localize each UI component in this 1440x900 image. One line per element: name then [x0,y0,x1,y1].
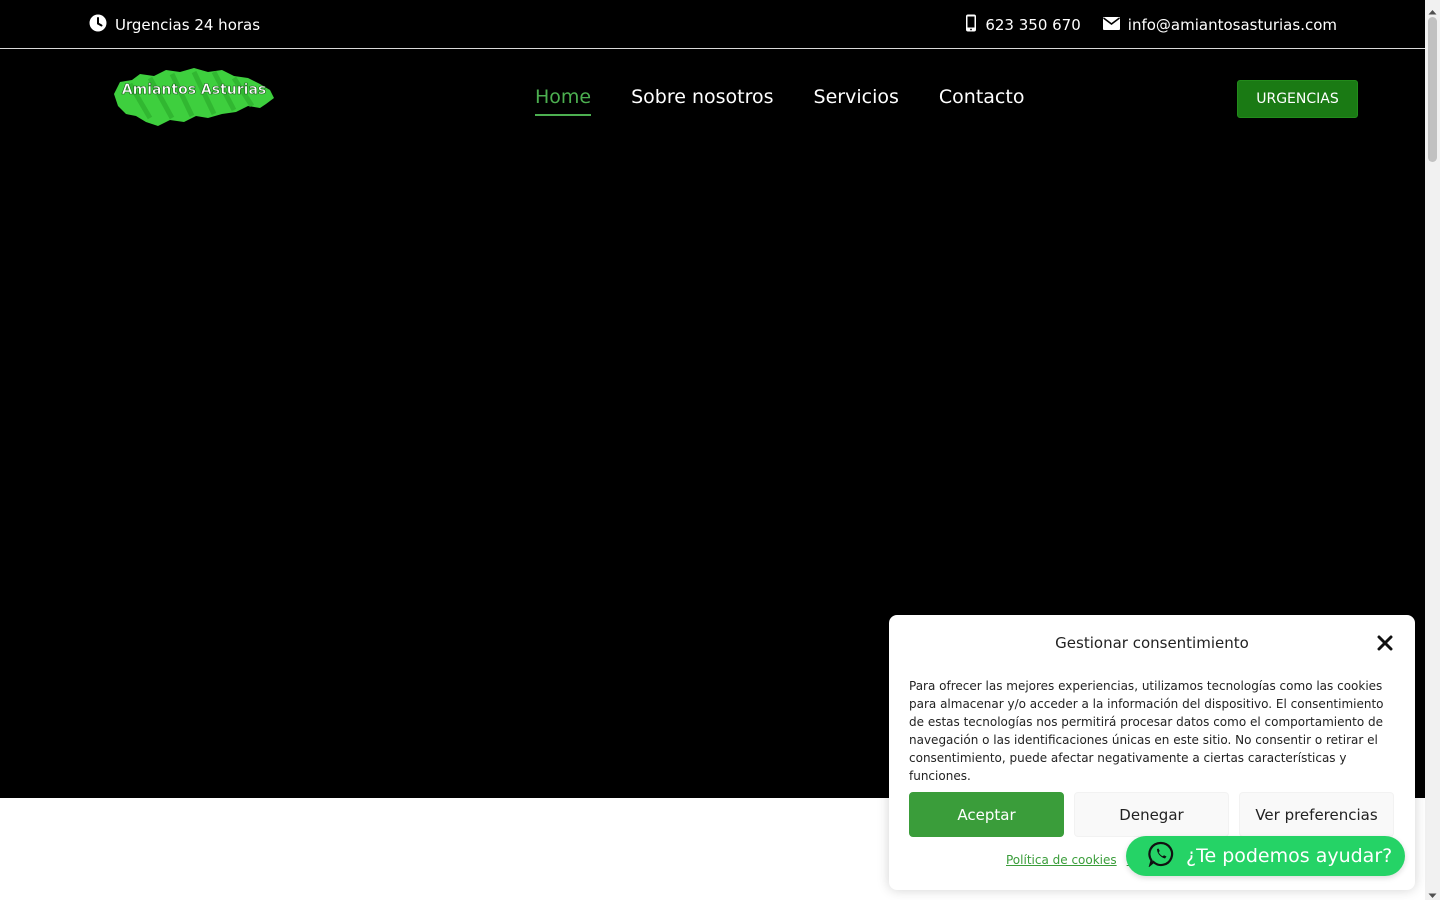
nav-contacto[interactable]: Contacto [939,86,1025,114]
whatsapp-help-button[interactable]: ¿Te podemos ayudar? [1126,836,1405,876]
accept-button[interactable]: Aceptar [909,792,1064,837]
top-info-bar: Urgencias 24 horas 623 350 670 info@amia… [0,0,1425,49]
page-scrollbar[interactable] [1425,0,1440,900]
scroll-down-arrow-icon[interactable] [1427,886,1438,898]
phone-number[interactable]: 623 350 670 [985,16,1080,34]
envelope-icon [1102,16,1120,34]
main-nav: Home Sobre nosotros Servicios Contacto [535,86,1025,116]
cookie-message: Para ofrecer las mejores experiencias, u… [909,679,1384,783]
scrollbar-thumb[interactable] [1428,17,1437,162]
main-header: Amiantos Asturias Home Sobre nosotros Se… [0,49,1425,146]
deny-button[interactable]: Denegar [1074,792,1229,837]
phone-icon [965,14,977,36]
nav-sobre-nosotros[interactable]: Sobre nosotros [631,86,773,114]
view-preferences-button[interactable]: Ver preferencias [1239,792,1394,837]
hours-text: Urgencias 24 horas [115,16,261,34]
site-logo[interactable]: Amiantos Asturias [110,64,276,130]
cookie-policy-link[interactable]: Política de cookies [1006,853,1117,867]
nav-home[interactable]: Home [535,86,592,116]
email-address[interactable]: info@amiantosasturias.com [1128,16,1337,34]
whatsapp-label: ¿Te podemos ayudar? [1186,845,1393,867]
scroll-up-arrow-icon[interactable] [1427,3,1438,15]
hours-info: Urgencias 24 horas [89,14,260,36]
urgencias-button[interactable]: URGENCIAS [1237,80,1358,118]
logo-text: Amiantos Asturias [122,82,266,98]
clock-icon [89,14,107,36]
close-icon[interactable] [1375,633,1395,653]
nav-servicios[interactable]: Servicios [814,86,899,114]
whatsapp-icon [1148,841,1174,872]
phone-link[interactable]: 623 350 670 [965,14,1081,36]
email-link[interactable]: info@amiantosasturias.com [1102,16,1337,34]
cookie-title: Gestionar consentimiento [1055,634,1249,652]
